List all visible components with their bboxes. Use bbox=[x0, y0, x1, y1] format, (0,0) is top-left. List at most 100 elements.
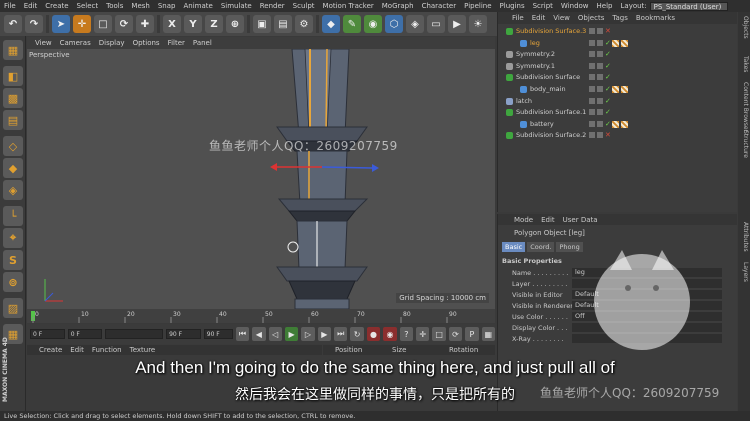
menu-item-simulate[interactable]: Simulate bbox=[221, 2, 252, 10]
polygons-mode-icon[interactable]: ◈ bbox=[3, 180, 23, 200]
prev-key-icon[interactable]: ◀ bbox=[252, 327, 266, 341]
menu-item-script[interactable]: Script bbox=[533, 2, 553, 10]
floor-environment-icon[interactable]: ▭ bbox=[427, 15, 445, 33]
tab-coord[interactable]: Coord. bbox=[527, 242, 555, 252]
object-row[interactable]: latch ✓ bbox=[498, 96, 738, 107]
object-row[interactable]: Symmetry.2 ✓ bbox=[498, 49, 738, 60]
object-row[interactable]: Subdivision Surface.2 ✕ bbox=[498, 130, 738, 141]
z-axis-lock-button[interactable]: Z bbox=[205, 15, 223, 33]
object-row[interactable]: Symmetry.1 ✓ bbox=[498, 61, 738, 72]
menu-item-file[interactable]: File bbox=[4, 2, 16, 10]
render-visibility-dot[interactable] bbox=[597, 120, 603, 127]
visibility-flags[interactable]: ✓ bbox=[589, 97, 611, 104]
next-frame-icon[interactable]: ▷ bbox=[301, 327, 315, 341]
record-keys-icon[interactable]: ● bbox=[366, 327, 381, 341]
material-menu-edit[interactable]: Edit bbox=[70, 346, 84, 354]
tab-basic[interactable]: Basic bbox=[502, 242, 526, 252]
attribute-menu-mode[interactable]: Mode bbox=[514, 216, 533, 224]
object-menu-edit[interactable]: Edit bbox=[532, 14, 546, 22]
make-editable-icon[interactable]: ▦ bbox=[3, 40, 23, 60]
visibility-flags[interactable]: ✓ bbox=[589, 51, 611, 58]
menu-item-edit[interactable]: Edit bbox=[24, 2, 38, 10]
tab-phong[interactable]: Phong bbox=[556, 242, 583, 252]
model-mode-icon[interactable]: ◧ bbox=[3, 66, 23, 86]
visibility-flags[interactable]: ✓ bbox=[589, 62, 611, 69]
side-tab-structure[interactable]: Structure bbox=[739, 130, 749, 158]
redo-icon[interactable]: ↷ bbox=[25, 15, 43, 33]
solo-mode-icon[interactable]: S bbox=[3, 250, 23, 270]
object-row[interactable]: body_main ✓ bbox=[498, 84, 738, 95]
enabled-check-icon[interactable]: ✓ bbox=[605, 74, 611, 81]
viewport-menu-options[interactable]: Options bbox=[133, 39, 160, 47]
side-tab-takes[interactable]: Takes bbox=[739, 56, 749, 72]
menu-item-help[interactable]: Help bbox=[597, 2, 613, 10]
deformer-icon[interactable]: ◈ bbox=[406, 15, 424, 33]
texture-tag-icon[interactable] bbox=[621, 86, 628, 93]
scale-key-icon[interactable]: □ bbox=[432, 327, 446, 341]
key-selection-icon[interactable]: ? bbox=[399, 327, 414, 341]
menu-item-mesh[interactable]: Mesh bbox=[131, 2, 149, 10]
timeline-ruler[interactable]: 0 10 20 30 40 50 60 70 80 90 bbox=[27, 309, 495, 323]
enabled-check-icon[interactable]: ✓ bbox=[605, 39, 611, 46]
rotation-key-icon[interactable]: ⟳ bbox=[448, 327, 463, 341]
array-generator-icon[interactable]: ⬡ bbox=[385, 15, 403, 33]
material-menu-function[interactable]: Function bbox=[92, 346, 122, 354]
texture-tag-icon[interactable] bbox=[621, 39, 628, 47]
object-menu-file[interactable]: File bbox=[512, 14, 524, 22]
render-visibility-dot[interactable] bbox=[597, 109, 603, 116]
enabled-check-icon[interactable]: ✓ bbox=[605, 86, 611, 93]
attribute-menu-edit[interactable]: Edit bbox=[541, 216, 555, 224]
autokey-icon[interactable]: ◉ bbox=[383, 327, 397, 341]
enabled-check-icon[interactable]: ✓ bbox=[605, 120, 611, 127]
render-visibility-dot[interactable] bbox=[597, 132, 603, 139]
object-row[interactable]: Subdivision Surface.3 ✕ bbox=[498, 26, 738, 37]
object-menu-view[interactable]: View bbox=[553, 14, 570, 22]
x-axis-lock-button[interactable]: X bbox=[163, 15, 181, 33]
edges-mode-icon[interactable]: ◆ bbox=[3, 158, 23, 178]
visibility-flags[interactable]: ✕ bbox=[589, 28, 611, 35]
menu-item-render[interactable]: Render bbox=[260, 2, 285, 10]
menu-item-snap[interactable]: Snap bbox=[158, 2, 176, 10]
render-view-icon[interactable]: ▣ bbox=[253, 15, 271, 33]
render-visibility-dot[interactable] bbox=[597, 39, 603, 46]
menu-item-motion-tracker[interactable]: Motion Tracker bbox=[323, 2, 374, 10]
menu-item-mograph[interactable]: MoGraph bbox=[382, 2, 414, 10]
viewport-menu-cameras[interactable]: Cameras bbox=[60, 39, 91, 47]
enabled-check-icon[interactable]: ✓ bbox=[605, 51, 611, 58]
current-frame-field[interactable]: 0 F bbox=[67, 329, 103, 339]
render-visibility-dot[interactable] bbox=[597, 51, 603, 58]
texture-mode-icon[interactable]: ▩ bbox=[3, 88, 23, 108]
next-key-icon[interactable]: ▶ bbox=[317, 327, 332, 341]
render-visibility-dot[interactable] bbox=[597, 97, 603, 104]
menu-item-plugins[interactable]: Plugins bbox=[500, 2, 525, 10]
workplane-icon[interactable]: ▤ bbox=[3, 110, 23, 130]
snapping-icon[interactable]: ⊚ bbox=[3, 272, 23, 292]
side-tab-layers[interactable]: Layers bbox=[739, 262, 749, 282]
menu-item-create[interactable]: Create bbox=[45, 2, 68, 10]
recent-tool-icon[interactable]: ✚ bbox=[136, 15, 154, 33]
editor-visibility-dot[interactable] bbox=[589, 28, 595, 34]
viewport-canvas[interactable] bbox=[27, 49, 495, 309]
editor-visibility-dot[interactable] bbox=[589, 51, 595, 58]
viewport-menu-panel[interactable]: Panel bbox=[193, 39, 212, 47]
go-to-end-icon[interactable]: ⏭ bbox=[334, 327, 348, 341]
start-frame-field[interactable]: 0 F bbox=[30, 329, 65, 339]
render-visibility-dot[interactable] bbox=[597, 86, 603, 92]
position-key-icon[interactable]: ✛ bbox=[416, 327, 430, 341]
object-menu-objects[interactable]: Objects bbox=[578, 14, 604, 22]
render-visibility-dot[interactable] bbox=[597, 62, 603, 69]
visibility-flags[interactable]: ✓ bbox=[589, 74, 611, 81]
cube-primitive-icon[interactable]: ◆ bbox=[322, 15, 340, 33]
enabled-check-icon[interactable]: ✓ bbox=[605, 62, 611, 69]
enabled-check-icon[interactable]: ✓ bbox=[605, 97, 611, 104]
loop-icon[interactable]: ↻ bbox=[350, 327, 364, 341]
play-icon[interactable]: ▶ bbox=[284, 327, 299, 341]
camera-icon[interactable]: ▶ bbox=[448, 15, 466, 33]
object-row[interactable]: Subdivision Surface ✓ bbox=[498, 72, 738, 83]
menu-item-window[interactable]: Window bbox=[561, 2, 589, 10]
render-picture-viewer-icon[interactable]: ▤ bbox=[274, 15, 292, 33]
menu-item-character[interactable]: Character bbox=[422, 2, 457, 10]
editor-visibility-dot[interactable] bbox=[589, 74, 595, 81]
disabled-x-icon[interactable]: ✕ bbox=[605, 28, 611, 35]
visibility-flags[interactable]: ✓ bbox=[589, 109, 611, 116]
